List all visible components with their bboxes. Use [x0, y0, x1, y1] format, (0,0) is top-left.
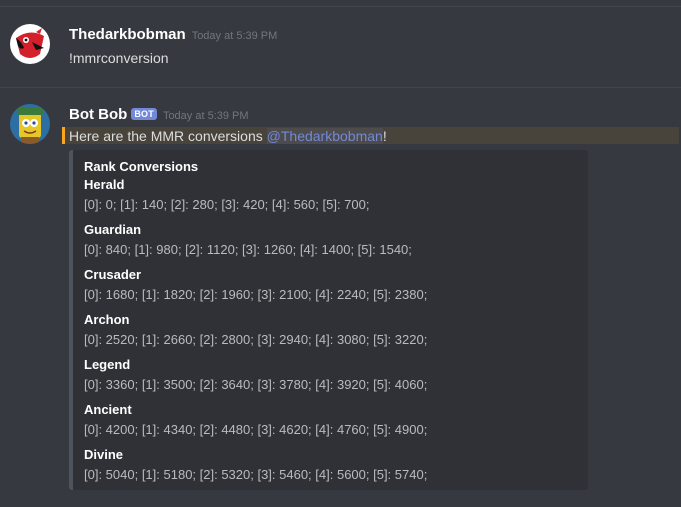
bot-message-suffix: ! [382, 128, 387, 144]
message-divider [0, 87, 681, 88]
field-name-archon: Archon [84, 312, 130, 327]
rank-embed: Rank Conversions Herald [0]: 0; [1]: 140… [69, 150, 588, 490]
user-avatar[interactable] [10, 24, 50, 64]
timestamp: Today at 5:39 PM [191, 30, 278, 42]
username[interactable]: Thedarkbobman Today at 5:39 PM [69, 26, 277, 43]
field-value-divine: [0]: 5040; [1]: 5180; [2]: 5320; [3]: 54… [84, 467, 428, 482]
bot-message-prefix: Here are the MMR conversions [69, 128, 267, 144]
message-text: !mmrconversion [69, 50, 169, 66]
field-value-crusader: [0]: 1680; [1]: 1820; [2]: 1960; [3]: 21… [84, 287, 428, 302]
field-name-legend: Legend [84, 357, 131, 372]
field-name-guardian: Guardian [84, 222, 142, 237]
bot-message-text: Here are the MMR conversions @Thedarkbob… [69, 128, 387, 144]
field-value-legend: [0]: 3360; [1]: 3500; [2]: 3640; [3]: 37… [84, 377, 428, 392]
field-name-divine: Divine [84, 447, 124, 462]
embed-title: Rank Conversions [84, 159, 199, 174]
top-divider [0, 6, 681, 7]
red-bird-avatar-icon [10, 24, 50, 64]
user-mention[interactable]: @Thedarkbobman [266, 128, 383, 144]
bot-tag-badge: BOT [131, 108, 157, 120]
bot-timestamp: Today at 5:39 PM [162, 110, 249, 122]
field-value-archon: [0]: 2520; [1]: 2660; [2]: 2800; [3]: 29… [84, 332, 428, 347]
bot-avatar[interactable] [10, 104, 50, 144]
field-value-guardian: [0]: 840; [1]: 980; [2]: 1120; [3]: 1260… [84, 242, 412, 257]
field-name-crusader: Crusader [84, 267, 142, 282]
username-text[interactable]: Thedarkbobman [69, 26, 186, 43]
field-value-herald: [0]: 0; [1]: 140; [2]: 280; [3]: 420; [4… [84, 197, 370, 212]
bot-username[interactable]: Bot Bob BOT Today at 5:39 PM [69, 106, 249, 123]
field-name-ancient: Ancient [84, 402, 132, 417]
field-value-ancient: [0]: 4200; [1]: 4340; [2]: 4480; [3]: 46… [84, 422, 428, 437]
sponge-character-avatar-icon [10, 104, 50, 144]
field-name-herald: Herald [84, 177, 125, 192]
bot-username-text[interactable]: Bot Bob [69, 106, 127, 123]
